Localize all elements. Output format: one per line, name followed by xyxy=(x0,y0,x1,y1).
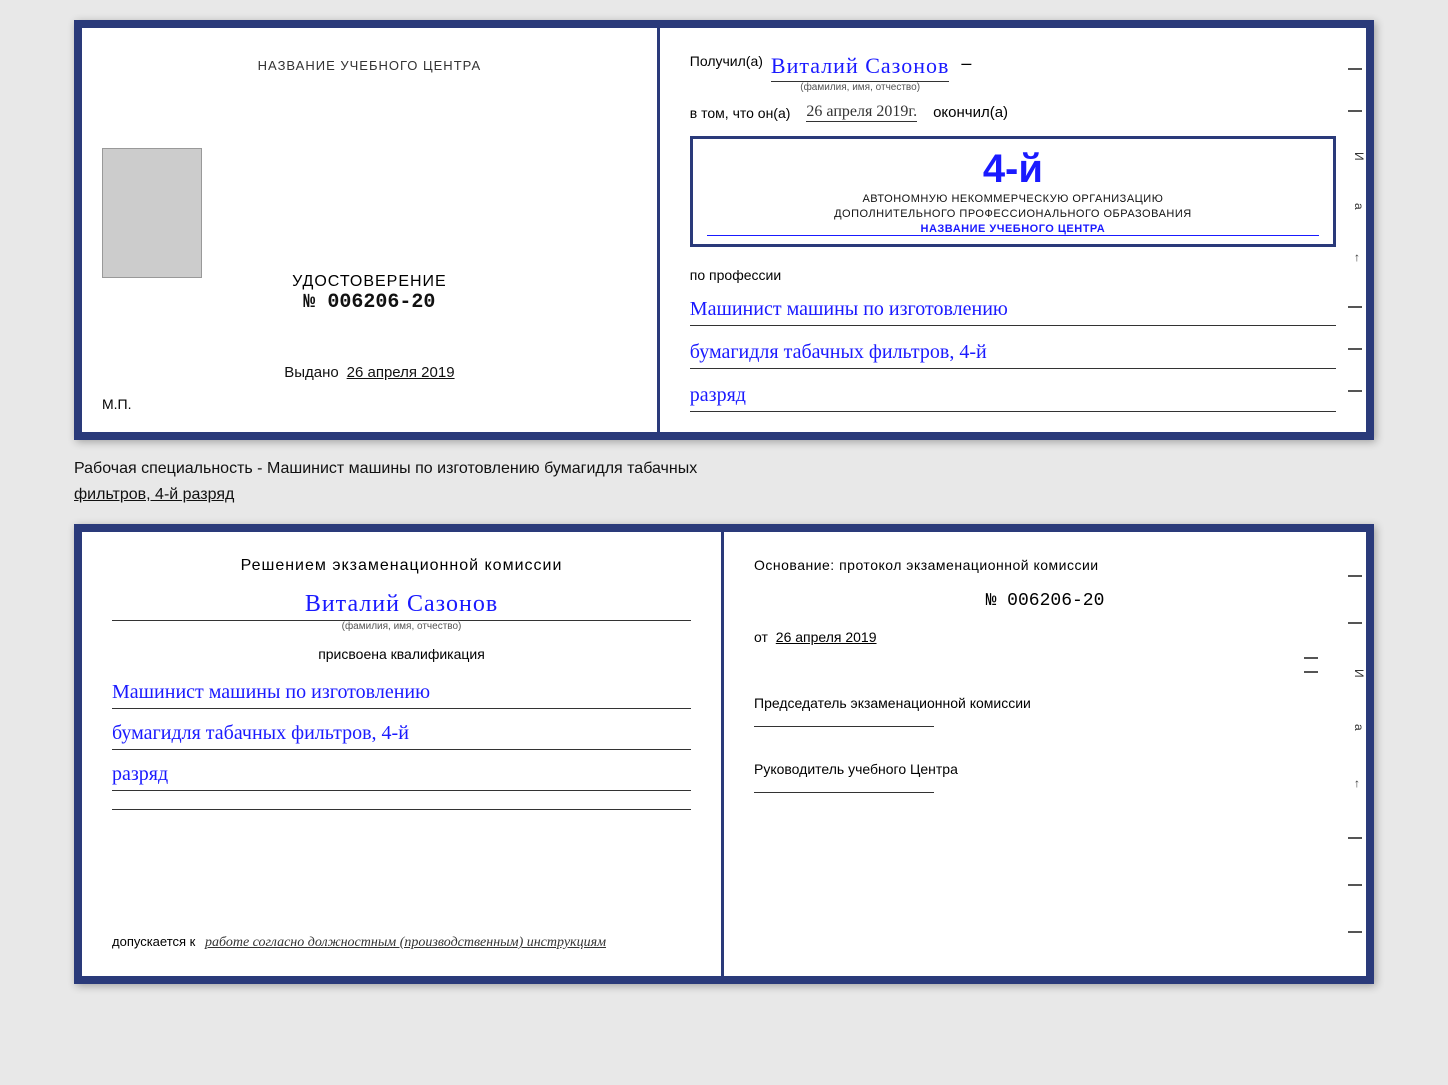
predsedatel-title: Председатель экзаменационной комиссии xyxy=(754,693,1336,714)
bottom-name: Виталий Сазонов xyxy=(112,591,691,621)
photo-placeholder xyxy=(102,148,202,278)
dash-dec-1 xyxy=(1348,68,1362,70)
recipient-name-top: Виталий Сазонов xyxy=(771,53,949,82)
bottom-divider-line xyxy=(112,809,691,810)
stamp-line1: АВТОНОМНУЮ НЕКОММЕРЧЕСКУЮ ОРГАНИЗАЦИЮ xyxy=(707,192,1319,207)
cert-left-panel: НАЗВАНИЕ УЧЕБНОГО ЦЕНТРА УДОСТОВЕРЕНИЕ №… xyxy=(82,28,660,432)
specialty-underline-text: фильтров, 4-й разряд xyxy=(74,486,234,503)
dash-dec-b2 xyxy=(1348,622,1362,624)
vydano-prefix: Выдано xyxy=(284,364,339,381)
poluchil-prefix: Получил(а) xyxy=(690,53,763,69)
osnovaniye-label: Основание: протокол экзаменационной коми… xyxy=(754,557,1336,573)
right-dash-b1 xyxy=(1304,657,1318,659)
bottom-qual2: бумагидля табачных фильтров, 4-й xyxy=(112,717,691,750)
dash-dec-b1 xyxy=(1348,575,1362,577)
udostoverenie-title: УДОСТОВЕРЕНИЕ xyxy=(292,273,447,291)
dash-dec-b5 xyxy=(1348,931,1362,933)
right-letter-a-b: а xyxy=(1348,724,1366,733)
dash-dec-b3 xyxy=(1348,837,1362,839)
profession-line3: разряд xyxy=(690,379,1336,412)
po-professii-label: по профессии xyxy=(690,267,1336,283)
dash-dec-3 xyxy=(1348,306,1362,308)
right-dash-b2 xyxy=(1304,671,1318,673)
rukovoditel-sig-line xyxy=(754,792,934,793)
ot-prefix: от xyxy=(754,629,768,645)
right-letter-i-b: И xyxy=(1348,669,1366,680)
profession-line1: Машинист машины по изготовлению xyxy=(690,293,1336,326)
predsedatel-sig-line xyxy=(754,726,934,727)
prisvoena-label: присвоена квалификация xyxy=(112,646,691,662)
stamp-number: 4-й xyxy=(707,147,1319,192)
right-decorations-bottom: И а ← xyxy=(1348,532,1366,976)
okonchil-label: окончил(а) xyxy=(933,104,1008,121)
cert-bottom-left-panel: Решением экзаменационной комиссии Витали… xyxy=(82,532,724,976)
cert-number-top: № 006206-20 xyxy=(292,291,447,314)
specialty-section: Рабочая специальность - Машинист машины … xyxy=(74,456,1374,508)
stamp-line3: НАЗВАНИЕ УЧЕБНОГО ЦЕНТРА xyxy=(707,223,1319,236)
cert-right-panel: Получил(а) Виталий Сазонов (фамилия, имя… xyxy=(660,28,1366,432)
ot-line: от 26 апреля 2019 xyxy=(754,629,1336,645)
certificate-top: НАЗВАНИЕ УЧЕБНОГО ЦЕНТРА УДОСТОВЕРЕНИЕ №… xyxy=(74,20,1374,440)
predsedatel-block: Председатель экзаменационной комиссии xyxy=(754,693,1336,731)
poluchil-line: Получил(а) Виталий Сазонов (фамилия, имя… xyxy=(690,53,1336,93)
completion-date: 26 апреля 2019г. xyxy=(806,103,917,122)
specialty-text-line2: фильтров, 4-й разряд xyxy=(74,482,1374,508)
dopuskaetsya-prefix: допускается к xyxy=(112,934,195,949)
dash-dec-2 xyxy=(1348,110,1362,112)
profession-line2: бумагидля табачных фильтров, 4-й xyxy=(690,336,1336,369)
protocol-number: № 006206-20 xyxy=(754,591,1336,611)
bottom-qual3: разряд xyxy=(112,758,691,791)
right-arrow: ← xyxy=(1348,252,1366,266)
stamp-block: 4-й АВТОНОМНУЮ НЕКОММЕРЧЕСКУЮ ОРГАНИЗАЦИ… xyxy=(690,136,1336,247)
right-letter-i: И xyxy=(1348,152,1366,163)
ot-date: 26 апреля 2019 xyxy=(776,629,877,645)
vtom-prefix: в том, что он(а) xyxy=(690,105,791,121)
cert-bottom-right-panel: Основание: протокол экзаменационной коми… xyxy=(724,532,1366,976)
right-letter-a: а xyxy=(1348,203,1366,212)
rukovoditel-title: Руководитель учебного Центра xyxy=(754,759,1336,780)
resheniem-title: Решением экзаменационной комиссии xyxy=(112,557,691,575)
vydano-date: 26 апреля 2019 xyxy=(347,364,455,381)
specialty-text-line1: Рабочая специальность - Машинист машины … xyxy=(74,456,1374,482)
name-sublabel-top: (фамилия, имя, отчество) xyxy=(800,82,920,93)
right-decorations-top: И а ← xyxy=(1348,28,1366,432)
dash-dec-b4 xyxy=(1348,884,1362,886)
bottom-qual1: Машинист машины по изготовлению xyxy=(112,676,691,709)
mp-label: М.П. xyxy=(102,396,132,412)
certificate-bottom: Решением экзаменационной комиссии Витали… xyxy=(74,524,1374,984)
dopuskaetsya-text: работе согласно должностным (производств… xyxy=(205,935,606,950)
dash-dec-4 xyxy=(1348,348,1362,350)
dopuskaetsya-section: допускается к работе согласно должностны… xyxy=(112,919,691,951)
bottom-name-block: Виталий Сазонов (фамилия, имя, отчество) xyxy=(112,591,691,632)
center-name-label-top: НАЗВАНИЕ УЧЕБНОГО ЦЕНТРА xyxy=(258,58,481,73)
rukovoditel-block: Руководитель учебного Центра xyxy=(754,759,1336,797)
bottom-name-sublabel: (фамилия, имя, отчество) xyxy=(112,621,691,632)
stamp-line2: ДОПОЛНИТЕЛЬНОГО ПРОФЕССИОНАЛЬНОГО ОБРАЗО… xyxy=(707,207,1319,222)
right-arrow-b: ← xyxy=(1348,778,1366,792)
vtom-line: в том, что он(а) 26 апреля 2019г. окончи… xyxy=(690,103,1336,122)
dash-top: – xyxy=(961,53,971,74)
dash-dec-5 xyxy=(1348,390,1362,392)
